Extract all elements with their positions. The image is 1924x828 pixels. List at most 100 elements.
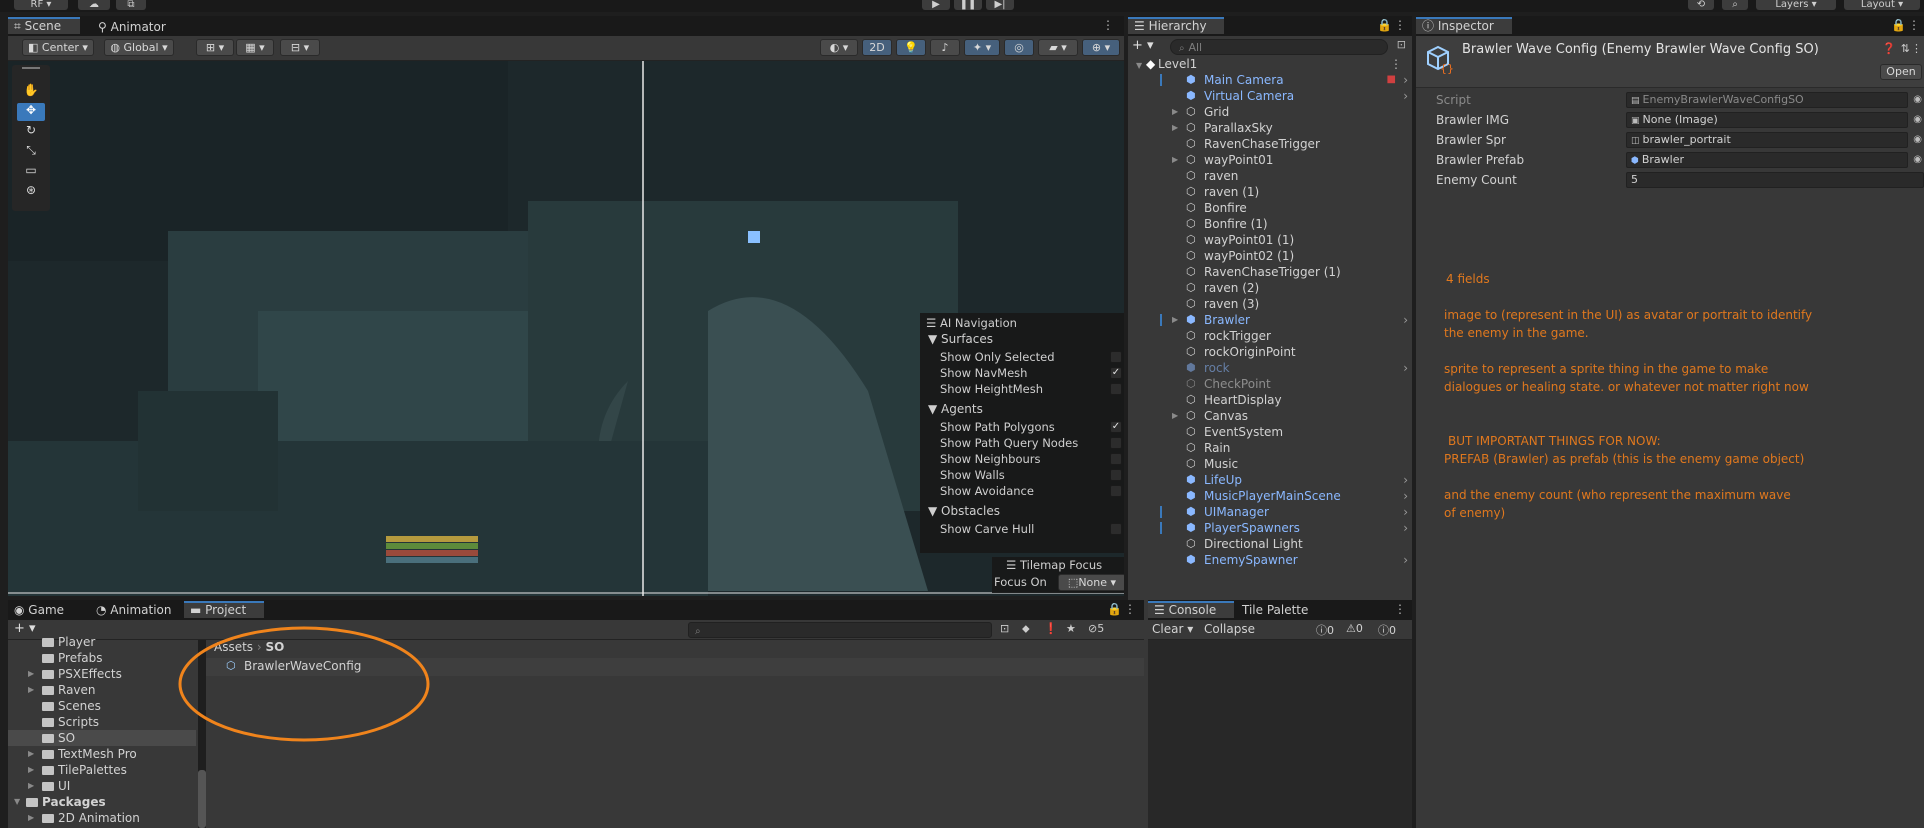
pause-button[interactable]: ❚❚ <box>954 0 982 10</box>
hierarchy-item[interactable]: ⬡ raven (1) <box>1128 184 1412 200</box>
hierarchy-item[interactable]: ▶ ⬡ wayPoint01 <box>1128 152 1412 168</box>
project-more-icon[interactable]: ⋮ <box>1124 602 1136 616</box>
hierarchy-more-icon[interactable]: ⋮ <box>1394 18 1406 32</box>
tab-animator[interactable]: ⚲ Animator <box>92 19 182 36</box>
field-value[interactable]: ▣ None (Image) <box>1626 112 1908 128</box>
hierarchy-item[interactable]: ⬢ Main Camera › ■ <box>1128 72 1412 88</box>
surfaces-foldout[interactable]: ▼ Surfaces <box>928 331 993 347</box>
folder-item[interactable]: Scripts <box>8 714 196 730</box>
collapse-button[interactable]: Collapse <box>1204 622 1255 636</box>
object-picker-icon[interactable]: ◉ <box>1913 152 1922 168</box>
hierarchy-item[interactable]: ⬢ MusicPlayerMainScene › <box>1128 488 1412 504</box>
folder-item[interactable]: Player <box>8 634 196 650</box>
checkbox[interactable]: ✓ <box>1110 367 1122 379</box>
log-count-toggle[interactable]: ⓘ0 <box>1316 622 1334 638</box>
more-options-icon[interactable]: ⋮ <box>1102 18 1114 32</box>
tab-tile-palette[interactable]: Tile Palette <box>1236 602 1336 619</box>
hierarchy-item[interactable]: ⬡ Bonfire (1) <box>1128 216 1412 232</box>
chevron-right-icon[interactable]: › <box>1403 312 1408 328</box>
expand-icon[interactable]: ▶ <box>28 762 38 778</box>
folder-scrollbar[interactable] <box>198 770 206 828</box>
field-value[interactable]: ⬢ Brawler <box>1626 152 1908 168</box>
folder-item[interactable]: ▶ PSXEffects <box>8 666 196 682</box>
increment-snap-button[interactable]: ⊟ ▾ <box>280 39 320 56</box>
hierarchy-item[interactable]: ⬢ rock › <box>1128 360 1412 376</box>
log-icon[interactable]: ❗ <box>1044 622 1058 635</box>
hand-tool-icon[interactable]: ✋ <box>17 83 45 101</box>
expand-icon[interactable]: ▼ <box>14 794 24 810</box>
effects-button[interactable]: ✦ ▾ <box>964 39 1000 56</box>
tilemap-focus-title[interactable]: ☰ Tilemap Focus <box>1006 557 1102 573</box>
chevron-right-icon[interactable]: › <box>1403 504 1408 520</box>
pivot-dropdown[interactable]: ◧ Center ▾ <box>22 39 94 56</box>
checkbox[interactable] <box>1110 437 1122 449</box>
hierarchy-item[interactable]: ⬡ Bonfire <box>1128 200 1412 216</box>
hierarchy-item[interactable]: ⬡ RavenChaseTrigger (1) <box>1128 264 1412 280</box>
project-lock-icon[interactable]: 🔒 <box>1107 602 1122 616</box>
expand-icon[interactable]: ▶ <box>1172 104 1182 120</box>
grid-visibility-button[interactable]: ▦ ▾ <box>236 39 274 56</box>
hierarchy-item[interactable]: ⬡ CheckPoint <box>1128 376 1412 392</box>
chevron-right-icon[interactable]: › <box>1403 552 1408 568</box>
search-icon[interactable]: ⌕ <box>1722 0 1748 10</box>
folder-item[interactable]: SO <box>8 730 196 746</box>
search-by-type-icon[interactable]: ⊡ <box>1000 622 1009 635</box>
chevron-right-icon[interactable]: › <box>1403 72 1408 88</box>
hierarchy-item[interactable]: ⬡ Rain <box>1128 440 1412 456</box>
expand-icon[interactable]: ▶ <box>1172 120 1182 136</box>
tab-inspector[interactable]: ⓘ Inspector <box>1416 17 1512 34</box>
field-value[interactable]: 5 <box>1626 172 1924 188</box>
obstacles-foldout[interactable]: ▼ Obstacles <box>928 503 1000 519</box>
hierarchy-item[interactable]: ⬡ raven (2) <box>1128 280 1412 296</box>
hierarchy-search-input[interactable]: ⌕ All <box>1170 39 1388 55</box>
expand-icon[interactable]: ▶ <box>28 682 38 698</box>
folder-item[interactable]: ▶ TilePalettes <box>8 762 196 778</box>
inspector-lock-icon[interactable]: 🔒 <box>1891 18 1906 32</box>
agents-option[interactable]: Show Avoidance <box>940 483 1122 499</box>
hierarchy-item[interactable]: ⬢ Virtual Camera › <box>1128 88 1412 104</box>
hierarchy-item[interactable]: ▶ ⬡ ParallaxSky <box>1128 120 1412 136</box>
hierarchy-item[interactable]: ⬡ wayPoint02 (1) <box>1128 248 1412 264</box>
tab-console[interactable]: ☰ Console <box>1148 601 1234 618</box>
object-picker-icon[interactable]: ◉ <box>1913 92 1922 108</box>
chevron-right-icon[interactable]: › <box>1403 88 1408 104</box>
expand-icon[interactable]: ▶ <box>1172 312 1182 328</box>
expand-icon[interactable]: ▶ <box>28 666 38 682</box>
lock-icon[interactable]: 🔒 <box>1377 18 1392 32</box>
hierarchy-item[interactable]: ⬡ wayPoint01 (1) <box>1128 232 1412 248</box>
warning-count-toggle[interactable]: ⚠0 <box>1346 622 1363 635</box>
hierarchy-item[interactable]: ⬡ HeartDisplay <box>1128 392 1412 408</box>
checkbox[interactable] <box>1110 469 1122 481</box>
space-dropdown[interactable]: ◍ Global ▾ <box>104 39 174 56</box>
rect-tool-icon[interactable]: ▭ <box>17 163 45 181</box>
create-button[interactable]: + ▾ <box>1132 38 1154 53</box>
expand-icon[interactable]: ▶ <box>1172 152 1182 168</box>
grid-snap-button[interactable]: ⊞ ▾ <box>196 39 234 56</box>
hierarchy-item[interactable]: ⬢ UIManager › <box>1128 504 1412 520</box>
folder-item[interactable]: Prefabs <box>8 650 196 666</box>
folder-item[interactable]: ▶ TextMesh Pro <box>8 746 196 762</box>
hierarchy-item[interactable]: ⬢ LifeUp › <box>1128 472 1412 488</box>
checkbox[interactable] <box>1110 485 1122 497</box>
checkbox[interactable] <box>1110 383 1122 395</box>
checkbox[interactable] <box>1110 523 1122 535</box>
history-icon[interactable]: ⟲ <box>1688 0 1714 10</box>
expand-icon[interactable]: ▶ <box>28 746 38 762</box>
tab-scene[interactable]: ⌗ Scene <box>8 17 80 34</box>
folder-item[interactable]: ▶ UI <box>8 778 196 794</box>
palette-grip-icon[interactable] <box>22 67 40 69</box>
packages-root[interactable]: ▼ Packages <box>8 794 196 810</box>
presets-icon[interactable]: ⇅ <box>1901 42 1910 55</box>
hidden-packages-toggle[interactable]: ⊘5 <box>1088 622 1104 635</box>
obstacles-option[interactable]: Show Carve Hull <box>940 521 1122 537</box>
layers-dropdown[interactable]: Layers ▾ <box>1756 0 1836 10</box>
favorites-icon[interactable]: ★ <box>1066 622 1076 635</box>
scene-viewport[interactable]: ✋ ✥ ↻ ⤡ ▭ ⊛ ☰ AI Navigation ▼ Surfaces S… <box>8 61 1124 596</box>
collab-icon[interactable]: ⧉ <box>116 0 146 10</box>
draw-mode-button[interactable]: ◐ ▾ <box>820 39 858 56</box>
help-icon[interactable]: ❓ <box>1882 42 1896 55</box>
hierarchy-item[interactable]: ⬡ raven <box>1128 168 1412 184</box>
agents-option[interactable]: Show Path Query Nodes <box>940 435 1122 451</box>
folder-item[interactable]: ▶ Raven <box>8 682 196 698</box>
object-picker-icon[interactable]: ◉ <box>1913 132 1922 148</box>
